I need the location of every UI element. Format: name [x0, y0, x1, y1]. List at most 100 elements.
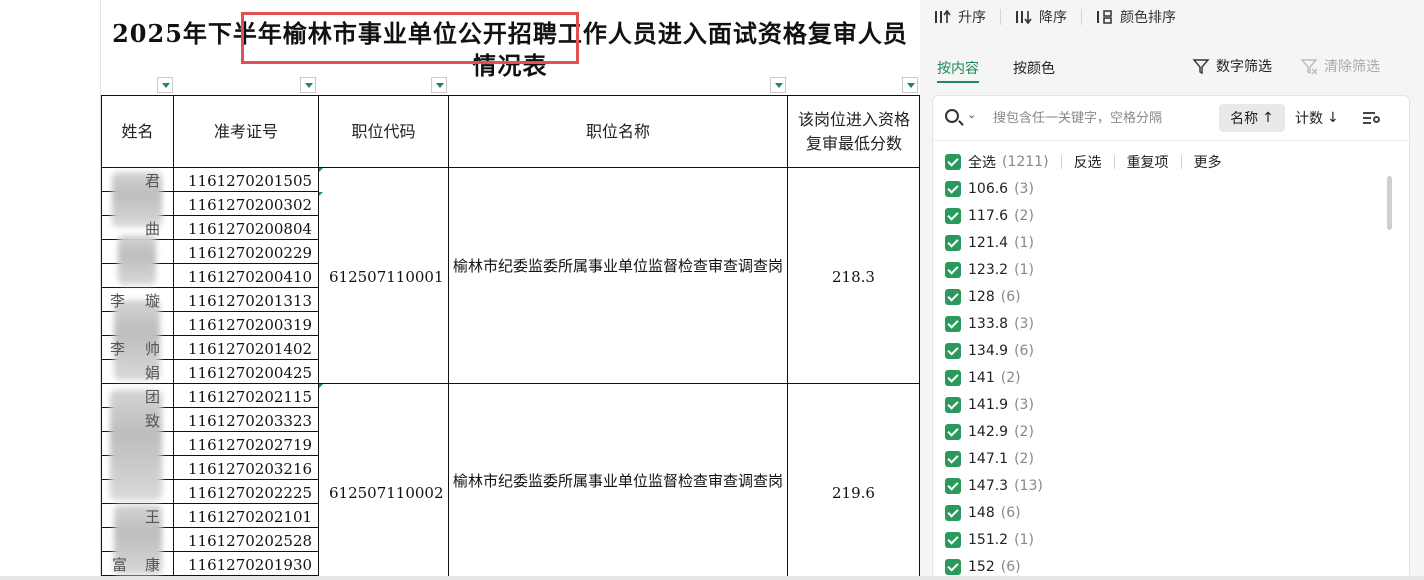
duplicates-button[interactable]: 重复项 [1127, 152, 1169, 172]
exam-no-cell: 1161270201402 [188, 340, 313, 358]
value-label: 142.9 [968, 424, 1009, 440]
value-label: 141.9 [968, 397, 1009, 413]
exam-no-cell: 1161270203216 [188, 460, 313, 478]
number-filter-button[interactable]: 数字筛选 [1192, 56, 1272, 76]
value-checkbox[interactable] [945, 289, 961, 305]
clear-filter-label: 清除筛选 [1324, 59, 1380, 75]
sort-color-button[interactable]: 颜色排序 [1082, 0, 1190, 34]
horizontal-scrollbar-track[interactable] [0, 576, 1424, 580]
exam-no-cell: 1161270200410 [188, 268, 313, 286]
exam-no-cell: 1161270200804 [188, 220, 313, 238]
value-count: (3) [1014, 316, 1034, 332]
filter-dropdown-min-score[interactable] [902, 77, 918, 93]
invert-selection-button[interactable]: 反选 [1074, 152, 1102, 172]
list-item[interactable]: 142.9 (2) [945, 420, 1034, 444]
sort-toolbar: 升序 降序 颜色排序 [920, 0, 1424, 34]
filter-dropdown-name[interactable] [157, 77, 173, 93]
sort-asc-button[interactable]: 升序 [920, 0, 1000, 34]
sort-desc-button[interactable]: 降序 [1001, 0, 1081, 34]
list-item[interactable]: 121.4 (1) [945, 231, 1034, 255]
value-count: (2) [1014, 451, 1034, 467]
exam-no-cell: 1161270203323 [188, 412, 313, 430]
sort-desc-label: 降序 [1039, 10, 1067, 26]
header-name: 姓名 [121, 121, 154, 141]
search-icon[interactable] [945, 109, 959, 123]
header-pos-code: 职位代码 [351, 121, 416, 141]
value-checkbox[interactable] [945, 208, 961, 224]
value-checkbox[interactable] [945, 235, 961, 251]
list-scrollbar[interactable] [1387, 176, 1392, 230]
list-item[interactable]: 123.2 (1) [945, 258, 1034, 282]
filter-dropdown-exam-no[interactable] [300, 77, 316, 93]
tab-by-color[interactable]: 按颜色 [1013, 58, 1055, 78]
list-item[interactable]: 133.8 (3) [945, 312, 1034, 336]
exam-no-cell: 1161270201505 [188, 172, 313, 190]
name-fragment: 帅 [145, 340, 161, 358]
value-checkbox[interactable] [945, 559, 961, 575]
value-checkbox[interactable] [945, 451, 961, 467]
active-tab-indicator [937, 81, 979, 83]
value-count: (1) [1014, 532, 1034, 548]
pos-code-cell: 612507110001 [329, 268, 444, 286]
value-count: (6) [1000, 559, 1021, 575]
clear-funnel-icon [1300, 59, 1318, 75]
sort-asc-label: 升序 [958, 10, 986, 26]
filter-dropdown-pos-name[interactable] [770, 77, 786, 93]
clear-filter-button[interactable]: 清除筛选 [1300, 56, 1380, 76]
value-label: 117.6 [968, 208, 1009, 224]
value-checkbox[interactable] [945, 370, 961, 386]
exam-no-cell: 1161270202225 [188, 484, 313, 502]
list-item[interactable]: 147.1 (2) [945, 447, 1034, 471]
name-fragment: 团 [145, 388, 161, 406]
value-list-box: ⌄ 名称↑ 计数↓ 全选 (1211) 反选 重复项 更多 106.6 (3) [932, 95, 1410, 580]
filter-panel: 升序 降序 颜色排序 按内容 按颜色 数字筛选 清除筛选 ⌄ 名称↑ [920, 0, 1424, 580]
select-all-checkbox[interactable] [945, 154, 961, 170]
value-checkbox[interactable] [945, 181, 961, 197]
header-pos-name: 职位名称 [585, 121, 650, 141]
list-item[interactable]: 106.6 (3) [945, 177, 1034, 201]
list-item[interactable]: 141 (2) [945, 366, 1021, 390]
exam-no-cell: 1161270200302 [188, 196, 313, 214]
sort-color-icon [1097, 10, 1112, 24]
value-checkbox[interactable] [945, 532, 961, 548]
value-checkbox[interactable] [945, 397, 961, 413]
name-fragment: 李 [110, 340, 126, 358]
search-input[interactable] [993, 108, 1198, 128]
value-label: 152 [968, 559, 995, 575]
sort-desc-icon [1016, 11, 1032, 25]
select-all-count: (1211) [1002, 154, 1049, 170]
exam-no-cell: 1161270201930 [188, 556, 313, 574]
list-item[interactable]: 141.9 (3) [945, 393, 1034, 417]
sort-by-count-button[interactable]: 计数 ↓ [1295, 104, 1339, 132]
name-fragment: 曲 [145, 220, 161, 238]
list-item[interactable]: 147.3 (13) [945, 474, 1043, 498]
list-item[interactable]: 151.2 (1) [945, 528, 1034, 552]
list-item[interactable]: 117.6 (2) [945, 204, 1034, 228]
list-settings-icon[interactable] [1363, 110, 1381, 126]
value-checkbox[interactable] [945, 343, 961, 359]
name-fragment: 李 [110, 292, 126, 310]
value-label: 147.3 [968, 478, 1009, 494]
value-checkbox[interactable] [945, 262, 961, 278]
select-all-label[interactable]: 全选 [968, 152, 996, 172]
value-label: 147.1 [968, 451, 1009, 467]
value-checkbox[interactable] [945, 316, 961, 332]
value-label: 123.2 [968, 262, 1009, 278]
filter-dropdown-pos-code[interactable] [431, 77, 447, 93]
list-item[interactable]: 134.9 (6) [945, 339, 1034, 363]
tab-by-content[interactable]: 按内容 [937, 58, 979, 78]
more-button[interactable]: 更多 [1194, 152, 1222, 172]
value-checkbox[interactable] [945, 478, 961, 494]
sort-color-label: 颜色排序 [1120, 10, 1176, 26]
sort-by-name-button[interactable]: 名称 ↑ [1219, 104, 1285, 132]
blurred-name [118, 235, 156, 285]
value-checkbox[interactable] [945, 505, 961, 521]
list-item[interactable]: 148 (6) [945, 501, 1021, 525]
chevron-down-icon[interactable]: ⌄ [967, 108, 976, 121]
value-label: 128 [968, 289, 995, 305]
name-fragment: 康 [145, 556, 161, 574]
value-count: (2) [1014, 208, 1034, 224]
value-count: (6) [1000, 505, 1021, 521]
list-item[interactable]: 128 (6) [945, 285, 1021, 309]
value-checkbox[interactable] [945, 424, 961, 440]
